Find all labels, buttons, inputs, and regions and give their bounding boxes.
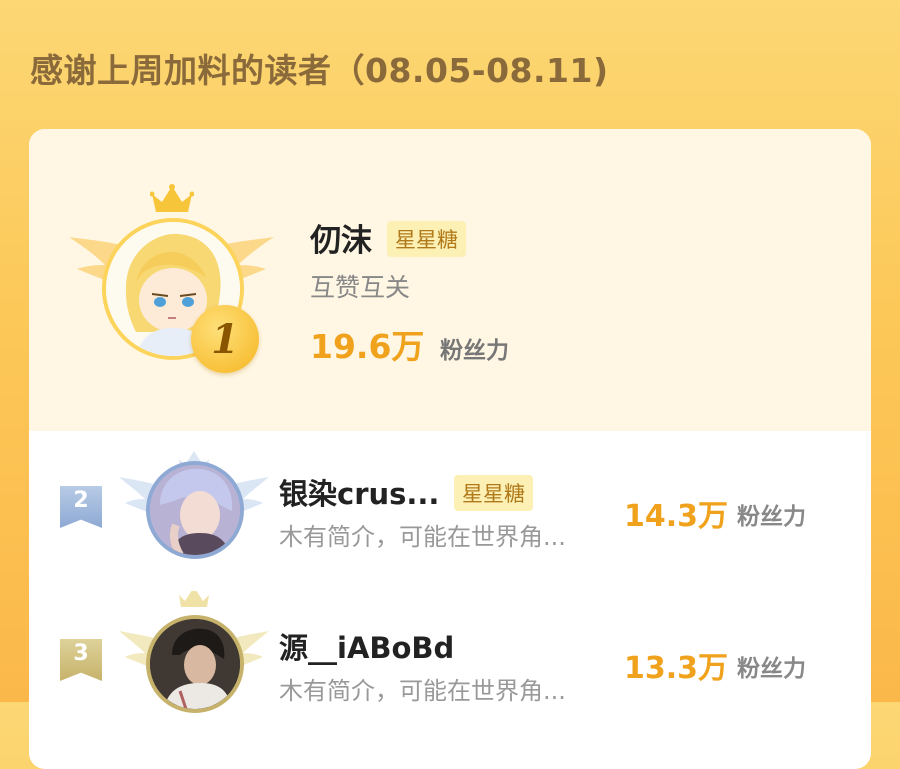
fans-label: 粉丝力 <box>737 656 806 682</box>
photo-avatar-icon <box>150 619 240 709</box>
rank-badge: 1 <box>191 305 259 373</box>
user-bio: 互赞互关 <box>310 273 411 302</box>
ranking-card: 1 仞沫 星星糖 互赞互关 19.6万 粉丝力 2 银染crus... 星星糖 … <box>29 129 871 769</box>
avatar[interactable] <box>146 615 244 713</box>
page-title: 感谢上周加料的读者（08.05-08.11) <box>30 51 609 90</box>
fans-value: 19.6万 <box>310 327 425 366</box>
rank-badge: 2 <box>60 486 102 528</box>
fans-label: 粉丝力 <box>737 504 806 530</box>
user-bio: 木有简介，可能在世界角... <box>279 523 566 551</box>
user-bio: 木有简介，可能在世界角... <box>279 677 566 705</box>
level-tag: 星星糖 <box>387 221 466 257</box>
user-name[interactable]: 银染crus... <box>279 471 439 513</box>
fans-value: 14.3万 <box>624 499 729 534</box>
crown-icon <box>150 184 194 212</box>
level-tag: 星星糖 <box>454 475 533 511</box>
fans-label: 粉丝力 <box>440 338 509 364</box>
fans-value: 13.3万 <box>624 651 729 686</box>
user-name[interactable]: 仞沫 <box>310 215 372 260</box>
anime-avatar-icon <box>150 465 240 555</box>
rank-2-entry[interactable]: 2 银染crus... 星星糖 木有简介，可能在世界角... 14.3万 粉丝力 <box>29 431 871 591</box>
rank-1-entry[interactable]: 1 仞沫 星星糖 互赞互关 19.6万 粉丝力 <box>29 129 871 431</box>
rank-badge: 3 <box>60 639 102 681</box>
user-name[interactable]: 源__iABoBd <box>279 625 454 667</box>
rank-3-entry[interactable]: 3 源__iABoBd 木有简介，可能在世界角... 13.3万 粉丝力 <box>29 591 871 751</box>
avatar[interactable] <box>146 461 244 559</box>
